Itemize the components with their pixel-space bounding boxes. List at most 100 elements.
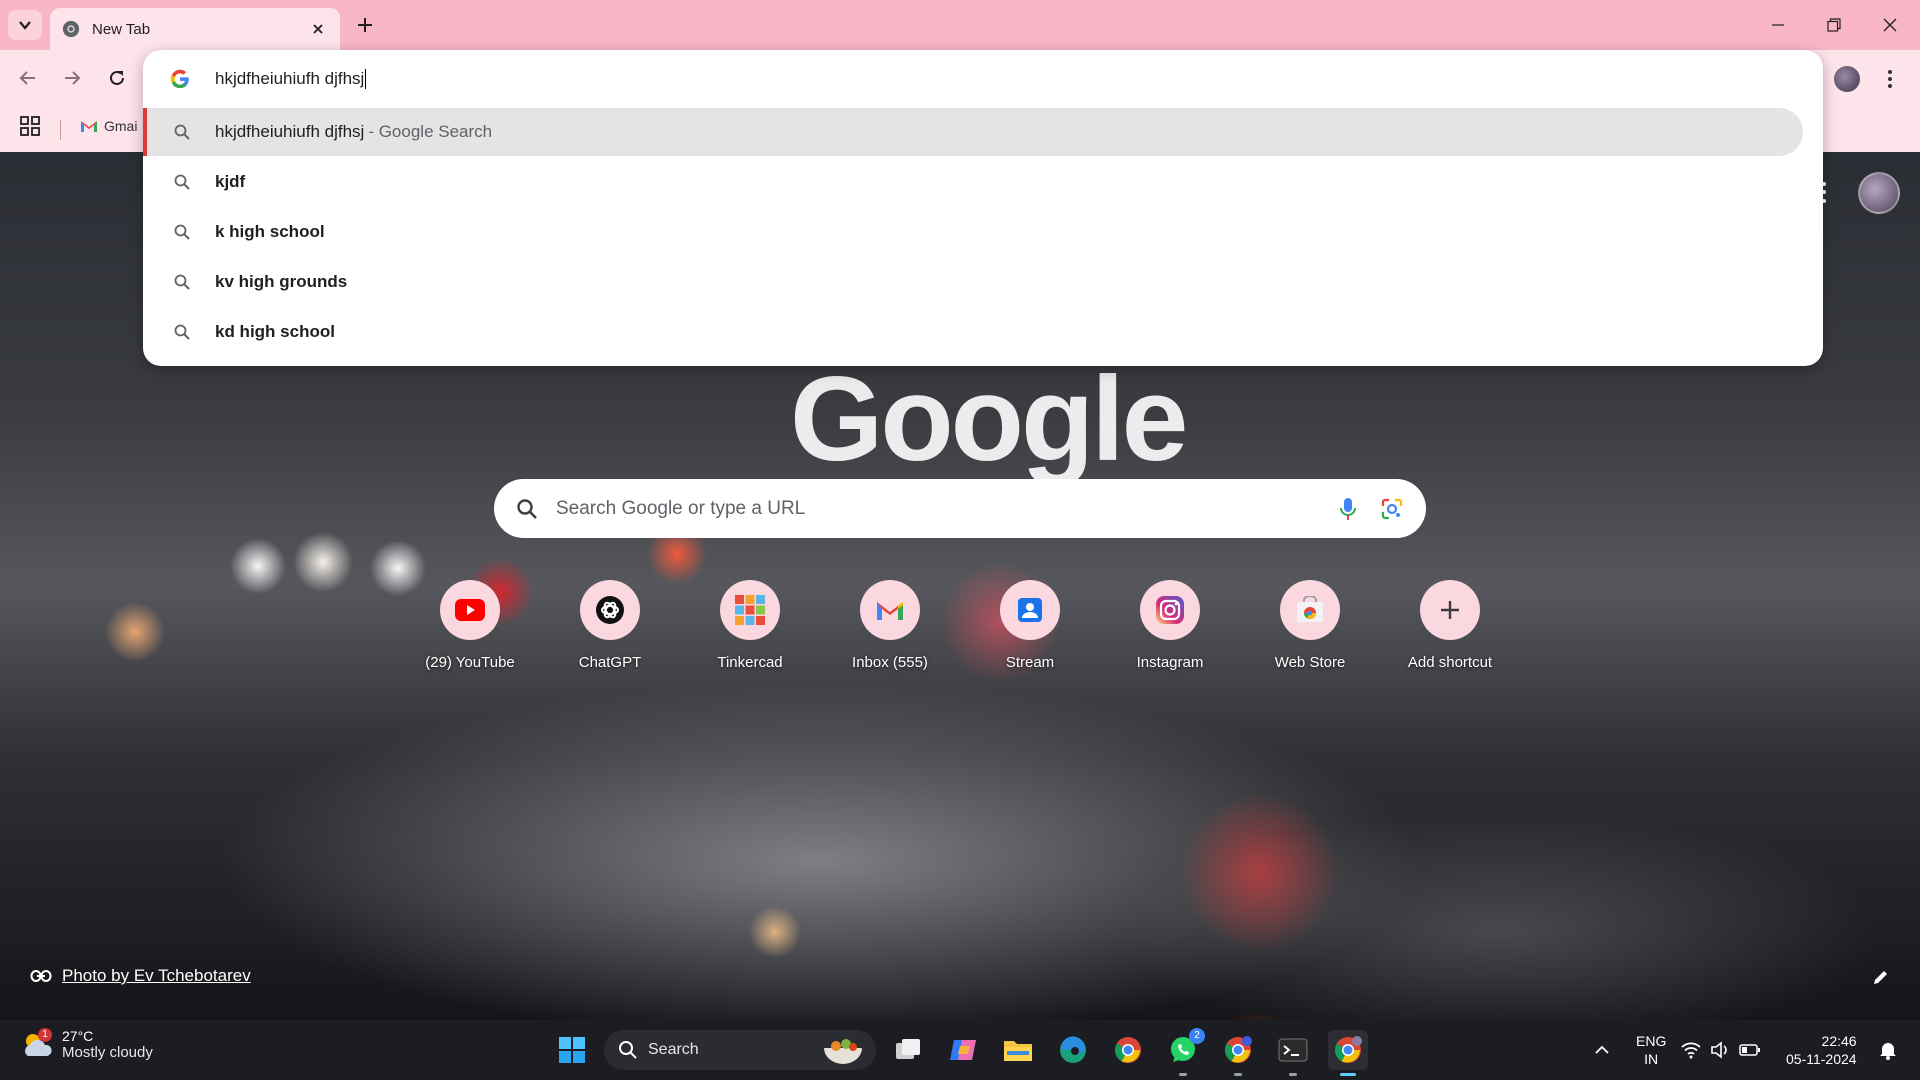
shortcut-label: ChatGPT <box>578 654 642 671</box>
search-icon <box>174 324 190 340</box>
chrome-menu-button[interactable] <box>1878 64 1902 94</box>
taskbar-chrome[interactable] <box>1108 1030 1148 1070</box>
add-shortcut-button[interactable]: Add shortcut <box>1380 580 1520 671</box>
reload-button[interactable] <box>101 62 133 94</box>
suggestion-text: k high school <box>215 222 325 241</box>
suggestion-text: kjdf <box>215 172 246 191</box>
profile-avatar[interactable] <box>1834 66 1860 92</box>
restore-icon <box>1827 18 1841 32</box>
newtab-search-box[interactable]: Search Google or type a URL <box>494 479 1426 538</box>
shortcut-inbox[interactable]: Inbox (555) <box>820 580 960 671</box>
restore-button[interactable] <box>1806 0 1862 50</box>
new-tab-button[interactable] <box>350 10 380 40</box>
webstore-icon <box>1297 596 1323 622</box>
wifi-icon <box>1681 1042 1701 1059</box>
weather-temp: 27°C <box>62 1028 94 1044</box>
shortcut-tinkercad[interactable]: Tinkercad <box>680 580 820 671</box>
folder-icon <box>1004 1041 1032 1061</box>
suggestion-suffix: - Google Search <box>368 122 493 141</box>
taskbar-edge[interactable] <box>1053 1030 1093 1070</box>
microphone-icon[interactable] <box>1338 497 1358 521</box>
arrow-left-icon <box>19 71 35 85</box>
suggestion-text: kd high school <box>215 322 335 341</box>
bookmark-gmail[interactable]: Gmai <box>80 118 137 134</box>
system-clock[interactable]: 22:46 05-11-2024 <box>1786 1032 1857 1068</box>
running-indicator <box>1340 1073 1356 1076</box>
bookmark-divider <box>60 120 61 140</box>
taskbar-chrome-profile[interactable] <box>1218 1030 1258 1076</box>
back-button[interactable] <box>12 62 44 94</box>
gmail-icon <box>877 602 903 620</box>
search-icon <box>174 274 190 290</box>
terminal-icon <box>1278 1038 1308 1062</box>
address-bar[interactable]: hkjdfheiuhiufh djfhsj <box>143 50 1823 108</box>
taskbar-chrome-active[interactable] <box>1328 1030 1368 1076</box>
taskbar-terminal[interactable] <box>1273 1030 1313 1076</box>
weather-widget[interactable]: 1 27°C Mostly cloudy <box>20 1028 153 1061</box>
tab-search-button[interactable] <box>8 10 42 40</box>
address-bar-input[interactable]: hkjdfheiuhiufh djfhsj <box>215 68 367 90</box>
forward-button[interactable] <box>56 62 88 94</box>
shortcut-label: Instagram <box>1136 654 1204 671</box>
taskbar-search[interactable]: Search <box>604 1030 876 1070</box>
tab-close-button[interactable] <box>308 19 328 39</box>
taskbar-copilot[interactable] <box>943 1030 983 1070</box>
shortcut-instagram[interactable]: Instagram <box>1100 580 1240 671</box>
suggestion-item[interactable]: kd high school <box>143 308 1803 356</box>
edge-icon <box>1060 1036 1086 1063</box>
start-button[interactable] <box>552 1030 592 1070</box>
language-indicator[interactable]: ENG IN <box>1636 1032 1666 1068</box>
youtube-icon <box>455 599 485 621</box>
shortcut-stream[interactable]: Stream <box>960 580 1100 671</box>
notifications-button[interactable] <box>1868 1030 1908 1070</box>
tab-new-tab[interactable]: New Tab <box>50 8 340 50</box>
shortcut-web-store[interactable]: Web Store <box>1240 580 1380 671</box>
google-account-avatar[interactable] <box>1858 172 1900 214</box>
search-icon <box>517 498 537 519</box>
chrome-icon <box>62 20 80 38</box>
title-bar: New Tab <box>0 0 1920 50</box>
suggestion-item[interactable]: hkjdfheiuhiufh djfhsj - Google Search <box>143 108 1803 156</box>
photo-credit-text: Photo by Ev Tchebotarev <box>62 966 251 985</box>
customize-button[interactable] <box>1872 968 1890 991</box>
volume-icon <box>1711 1041 1727 1059</box>
stream-icon <box>1018 598 1042 622</box>
clock-time: 22:46 <box>1821 1033 1857 1049</box>
weather-desc: Mostly cloudy <box>62 1044 153 1061</box>
windows-icon <box>559 1037 585 1063</box>
taskbar-file-explorer[interactable] <box>998 1030 1038 1070</box>
shortcut-youtube[interactable]: (29) YouTube <box>400 580 540 671</box>
shortcut-label: Web Store <box>1274 654 1346 671</box>
apps-grid-icon[interactable] <box>20 116 40 136</box>
bell-icon <box>1880 1043 1896 1060</box>
text-caret <box>365 69 367 90</box>
weather-alert-badge: 1 <box>38 1028 52 1042</box>
plus-icon <box>1441 601 1459 619</box>
shortcut-chatgpt[interactable]: ChatGPT <box>540 580 680 671</box>
search-placeholder: Search Google or type a URL <box>556 497 806 519</box>
suggestion-item[interactable]: kjdf <box>143 158 1803 206</box>
task-view-icon <box>896 1039 920 1059</box>
arrow-right-icon <box>65 71 81 85</box>
taskbar-task-view[interactable] <box>888 1030 928 1070</box>
close-window-button[interactable] <box>1862 0 1918 50</box>
plus-icon <box>358 18 372 32</box>
instagram-icon <box>1156 596 1184 624</box>
gmail-icon <box>81 121 97 132</box>
minimize-icon <box>1772 24 1784 26</box>
photo-credit-link[interactable]: Photo by Ev Tchebotarev <box>30 966 251 986</box>
running-indicator <box>1234 1073 1242 1076</box>
chrome-icon <box>1334 1036 1362 1063</box>
suggestion-item[interactable]: kv high grounds <box>143 258 1803 306</box>
suggestion-text: hkjdfheiuhiufh djfhsj <box>215 122 365 141</box>
quick-settings-button[interactable] <box>1676 1030 1766 1070</box>
copilot-icon <box>950 1040 976 1060</box>
show-hidden-icons-button[interactable] <box>1582 1030 1622 1070</box>
google-lens-icon[interactable] <box>1380 497 1404 521</box>
minimize-button[interactable] <box>1750 0 1806 50</box>
suggestion-item[interactable]: k high school <box>143 208 1803 256</box>
taskbar-whatsapp[interactable]: 2 <box>1163 1028 1205 1076</box>
pencil-icon <box>1874 971 1887 984</box>
shortcut-label: Stream <box>1005 654 1055 671</box>
address-bar-text: hkjdfheiuhiufh djfhsj <box>215 68 365 88</box>
